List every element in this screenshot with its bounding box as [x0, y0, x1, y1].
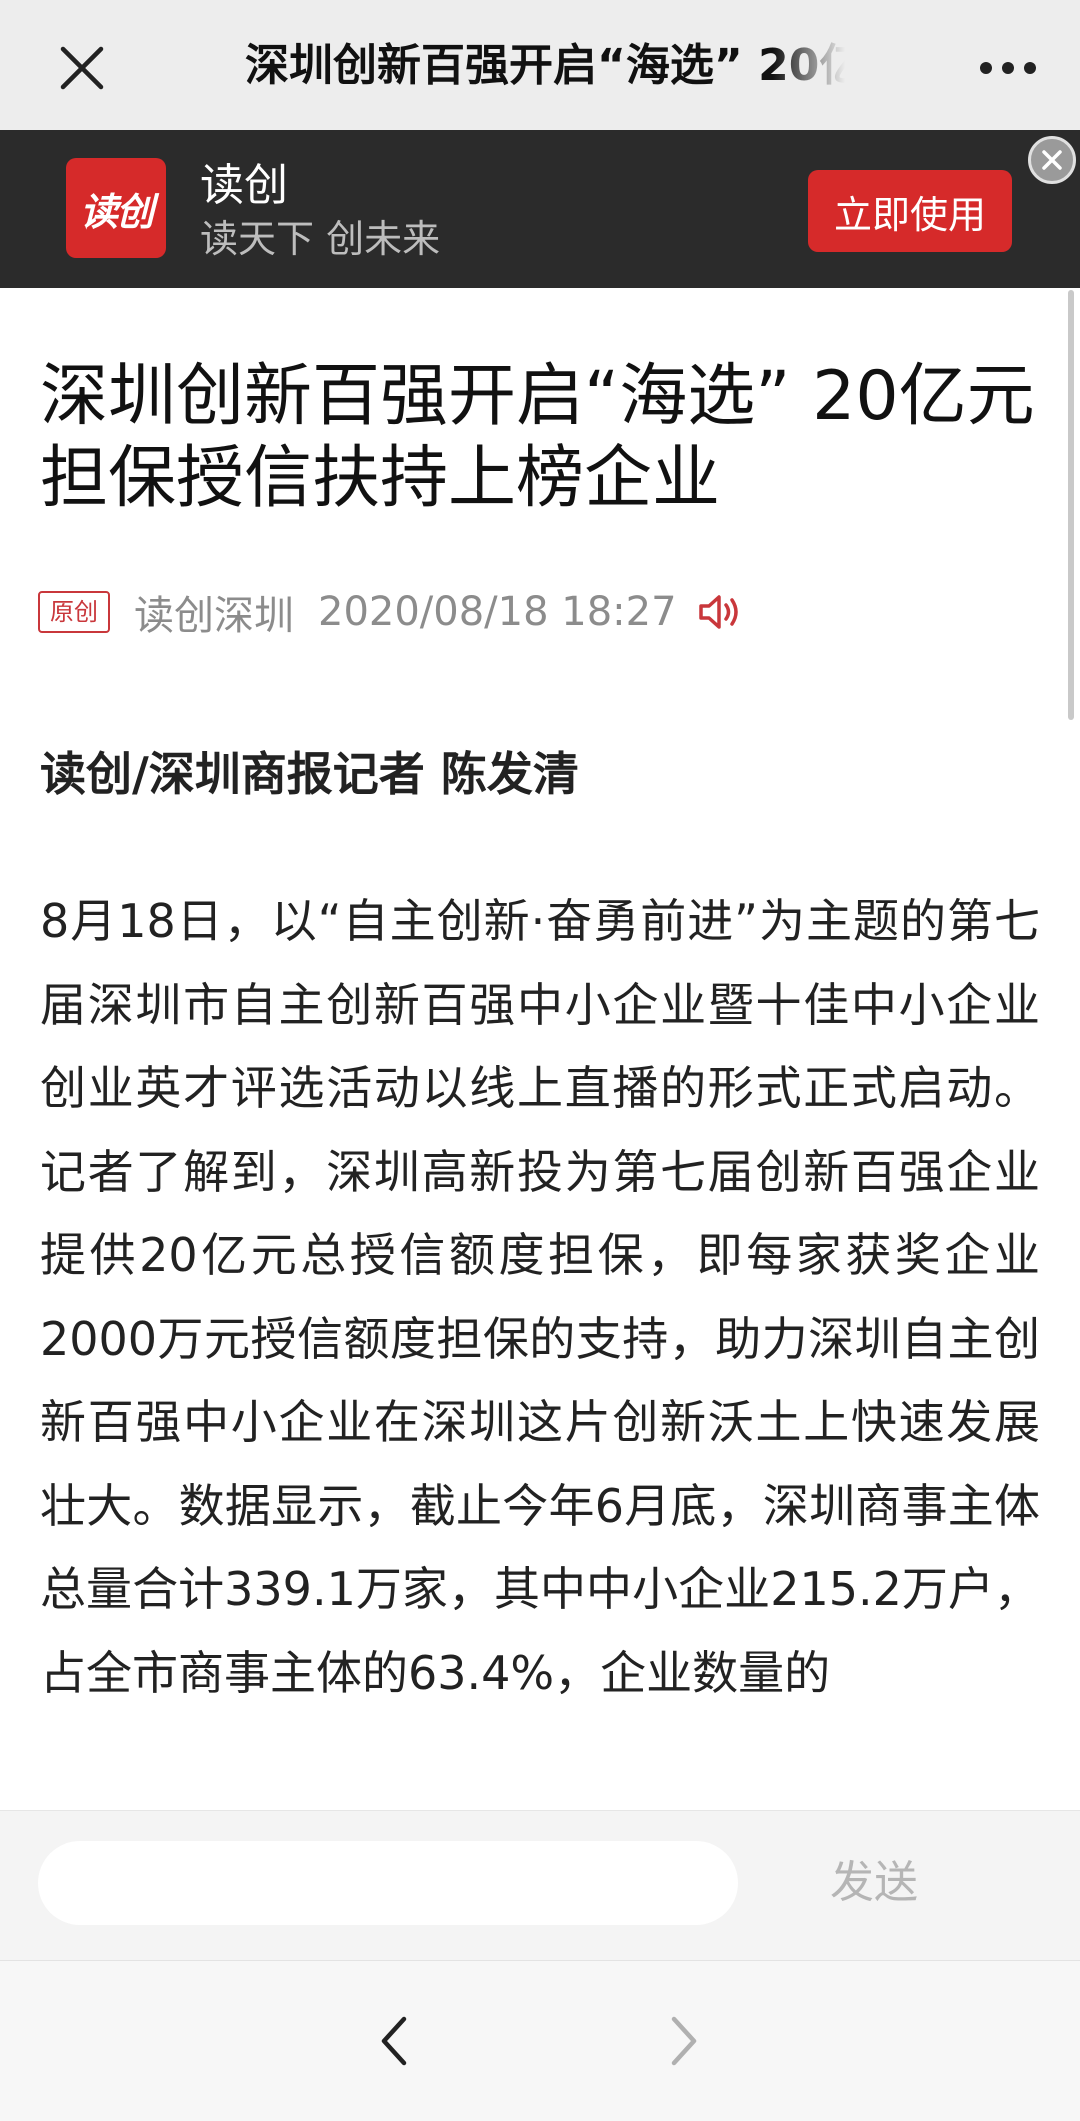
close-icon [60, 46, 104, 90]
more-dots-icon [980, 62, 992, 74]
back-button[interactable] [358, 2005, 430, 2077]
top-navigation-bar: 深圳创新百强开启“海选” 20亿元担保授信扶持上榜企业 [0, 0, 1080, 130]
speaker-icon [698, 595, 738, 629]
comment-input[interactable] [38, 1841, 738, 1925]
reporter-byline: 读创/深圳商报记者 陈发清 [40, 747, 579, 801]
publish-datetime: 2020/08/18 18:27 [318, 589, 677, 635]
more-button[interactable] [968, 40, 1048, 96]
listen-button[interactable] [697, 592, 745, 632]
use-now-button[interactable]: 立即使用 [808, 170, 1012, 252]
article-meta: 原创 读创深圳 2020/08/18 18:27 [38, 582, 745, 642]
page-title: 深圳创新百强开启“海选” 20亿元担保授信扶持上榜企业 [245, 40, 845, 91]
bottom-navigation [0, 1960, 1080, 2121]
app-logo: 读创 [66, 158, 166, 258]
chevron-left-icon [381, 2016, 407, 2066]
chevron-right-icon [671, 2016, 697, 2066]
app-slogan: 读天下 创未来 [200, 217, 441, 261]
forward-button[interactable] [648, 2005, 720, 2077]
app-name: 读创 [200, 160, 288, 211]
original-badge: 原创 [38, 591, 110, 633]
article-body: 8月18日，以“自主创新·奋勇前进”为主题的第七届深圳市自主创新百强中小企业暨十… [40, 894, 1040, 1700]
comment-bar: 发送 [0, 1810, 1080, 1961]
scrollbar[interactable] [1068, 290, 1074, 720]
banner-close-button[interactable] [1028, 136, 1076, 184]
close-icon [1042, 150, 1062, 170]
close-button[interactable] [50, 36, 114, 100]
author-link[interactable]: 读创深圳 [134, 583, 294, 641]
app-promo-banner[interactable]: 读创 读创 读天下 创未来 立即使用 [0, 130, 1080, 288]
send-button[interactable]: 发送 [830, 1853, 918, 1913]
article-title: 深圳创新百强开启“海选” 20亿元担保授信扶持上榜企业 [40, 357, 1035, 518]
